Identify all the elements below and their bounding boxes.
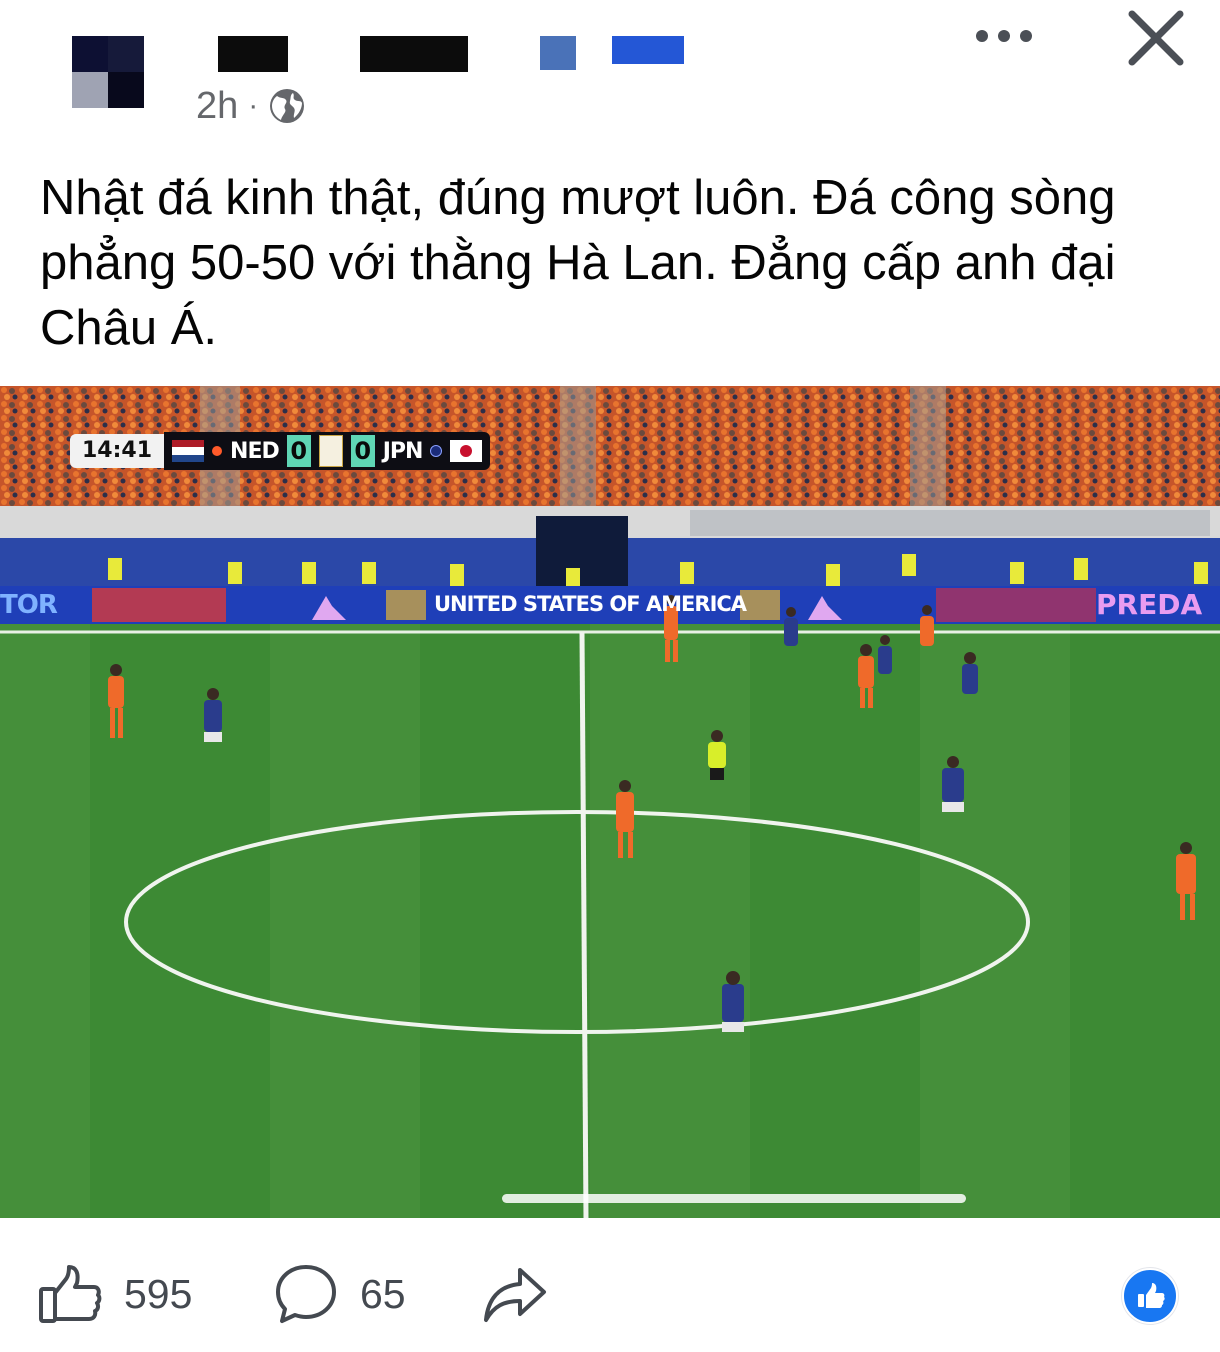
share-icon	[484, 1268, 546, 1322]
like-count: 595	[124, 1270, 193, 1317]
comment-button[interactable]: 65	[274, 1264, 406, 1324]
share-button[interactable]	[482, 1264, 548, 1324]
football-match-photo	[0, 386, 1220, 1218]
redacted-group-name	[540, 36, 576, 70]
post-text: Nhật đá kinh thật, đúng mượt luôn. Đá cô…	[40, 171, 1116, 355]
redacted-group-name	[612, 36, 684, 64]
post-header: 2h ·	[0, 0, 1220, 140]
like-reaction-badge[interactable]	[1122, 1268, 1178, 1324]
redacted-author-name	[360, 36, 468, 72]
home-score: 0	[286, 435, 311, 467]
more-horizontal-icon	[976, 30, 988, 42]
post-actions: 595 65	[0, 1218, 1220, 1352]
away-score: 0	[350, 435, 375, 467]
avatar[interactable]	[72, 36, 144, 108]
like-reaction-icon	[1138, 1283, 1165, 1308]
japan-flag-icon	[450, 440, 483, 462]
close-icon[interactable]	[1124, 6, 1188, 70]
ad-board-left: TOR	[0, 590, 58, 620]
away-color-dot	[430, 445, 443, 457]
comment-count: 65	[360, 1270, 406, 1317]
match-clock: 14:41	[70, 434, 165, 468]
globe-icon	[270, 89, 305, 123]
ad-board-host: UNITED STATES OF AMERICA	[434, 592, 747, 616]
like-button[interactable]: 595	[38, 1264, 192, 1324]
post-meta: 2h ·	[196, 84, 306, 128]
media-scroll-indicator[interactable]	[502, 1194, 966, 1203]
ad-board-right: PREDA	[1096, 588, 1203, 621]
netherlands-flag-icon	[172, 440, 205, 462]
meta-separator: ·	[248, 89, 259, 122]
timestamp[interactable]: 2h	[196, 85, 238, 128]
world-cup-trophy-icon	[318, 435, 343, 467]
thumbs-up-icon	[39, 1265, 102, 1323]
home-color-dot	[212, 446, 223, 456]
away-team: JPN	[382, 438, 424, 464]
home-team: NED	[230, 438, 280, 464]
redacted-author-name	[218, 36, 288, 72]
scoreboard: 14:41 NED 0 0 JPN	[70, 432, 491, 470]
comment-icon	[276, 1265, 336, 1323]
more-options-button[interactable]	[966, 18, 1042, 54]
post-image[interactable]: 14:41 NED 0 0 JPN TOR UNITED STATES OF A…	[0, 386, 1220, 1218]
